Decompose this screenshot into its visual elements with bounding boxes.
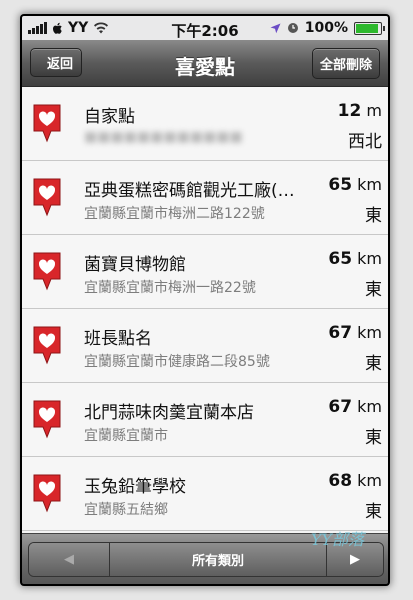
place-name: 自家點 <box>84 107 135 127</box>
distance-unit: km <box>357 397 382 416</box>
place-address: 宜蘭縣宜蘭市梅洲二路122號 <box>84 206 265 222</box>
heart-pin-icon <box>33 474 61 513</box>
alarm-clock-icon <box>287 23 298 33</box>
battery-icon <box>354 21 385 35</box>
place-name: 菌寶貝博物館 <box>84 255 186 275</box>
place-direction: 西北 <box>348 132 382 152</box>
place-address: 宜蘭縣宜蘭市健康路二段85號 <box>84 354 270 370</box>
battery-fill <box>356 23 378 33</box>
place-direction: 東 <box>365 502 382 522</box>
heart-pin-icon <box>33 326 61 365</box>
list-item[interactable]: 北門蒜味肉羹宜蘭本店宜蘭縣宜蘭市 67 km 東 <box>22 383 388 457</box>
heart-pin-icon <box>33 178 61 217</box>
screenshot-frame: YY 下午2:06 100% 返回 喜愛點 全部刪除 自家點 ■■■■■■■■■… <box>0 0 413 600</box>
battery-percent: 100% <box>304 20 348 36</box>
heart-pin-icon <box>33 104 61 143</box>
place-distance: 12 m <box>338 101 382 121</box>
place-name: 班長點名 <box>84 329 152 349</box>
place-distance: 68 km <box>328 471 382 491</box>
delete-all-button[interactable]: 全部刪除 <box>312 48 380 79</box>
watermark-logo: YY部落 <box>310 530 364 549</box>
place-name: 亞典蛋糕密碼館觀光工廠(… <box>84 181 295 201</box>
place-address: 宜蘭縣宜蘭市 <box>84 428 168 444</box>
distance-value: 65 <box>328 249 353 269</box>
distance-unit: km <box>357 249 382 268</box>
status-right: 100% <box>270 20 385 36</box>
previous-category-button[interactable]: ◀ <box>29 543 110 576</box>
right-arrow-icon: ▶ <box>350 552 360 567</box>
favorites-list[interactable]: 自家點 ■■■■■■■■■■■■ 12 m 西北亞典蛋糕密碼館觀光工廠(… 宜蘭縣宜蘭市… <box>22 87 388 533</box>
list-item[interactable]: 菌寶貝博物館宜蘭縣宜蘭市梅洲一路22號 65 km 東 <box>22 235 388 309</box>
heart-pin-icon <box>33 400 61 439</box>
place-direction: 東 <box>365 280 382 300</box>
location-arrow-icon <box>270 23 281 33</box>
status-bar: YY 下午2:06 100% <box>22 16 388 40</box>
place-direction: 東 <box>365 354 382 374</box>
place-address: 宜蘭縣宜蘭市梅洲一路22號 <box>84 280 256 296</box>
distance-value: 67 <box>328 397 353 417</box>
distance-value: 12 <box>337 101 362 121</box>
phone-screen: YY 下午2:06 100% 返回 喜愛點 全部刪除 自家點 ■■■■■■■■■… <box>22 16 388 584</box>
distance-value: 68 <box>328 471 353 491</box>
distance-value: 65 <box>328 175 353 195</box>
left-arrow-icon: ◀ <box>64 552 74 567</box>
list-item[interactable]: 班長點名宜蘭縣宜蘭市健康路二段85號 67 km 東 <box>22 309 388 383</box>
place-name: 玉兔鉛筆學校 <box>84 477 186 497</box>
place-direction: 東 <box>365 206 382 226</box>
place-distance: 65 km <box>328 175 382 195</box>
heart-pin-icon <box>33 252 61 291</box>
distance-unit: km <box>357 323 382 342</box>
navigation-bar: 返回 喜愛點 全部刪除 <box>22 40 388 87</box>
distance-unit: m <box>366 101 382 120</box>
place-name: 北門蒜味肉羹宜蘭本店 <box>84 403 254 423</box>
list-item[interactable]: 自家點 ■■■■■■■■■■■■ 12 m 西北 <box>22 87 388 161</box>
distance-unit: km <box>357 175 382 194</box>
place-distance: 65 km <box>328 249 382 269</box>
category-selector[interactable]: 所有類別 <box>110 543 327 576</box>
list-item[interactable]: 亞典蛋糕密碼館觀光工廠(… 宜蘭縣宜蘭市梅洲二路122號 65 km 東 <box>22 161 388 235</box>
distance-unit: km <box>357 471 382 490</box>
distance-value: 67 <box>328 323 353 343</box>
place-address: ■■■■■■■■■■■■ <box>84 129 243 145</box>
place-distance: 67 km <box>328 323 382 343</box>
place-distance: 67 km <box>328 397 382 417</box>
place-direction: 東 <box>365 428 382 448</box>
place-address: 宜蘭縣五結鄉 <box>84 502 168 518</box>
list-item[interactable]: 玉兔鉛筆學校宜蘭縣五結鄉 68 km 東 <box>22 457 388 531</box>
